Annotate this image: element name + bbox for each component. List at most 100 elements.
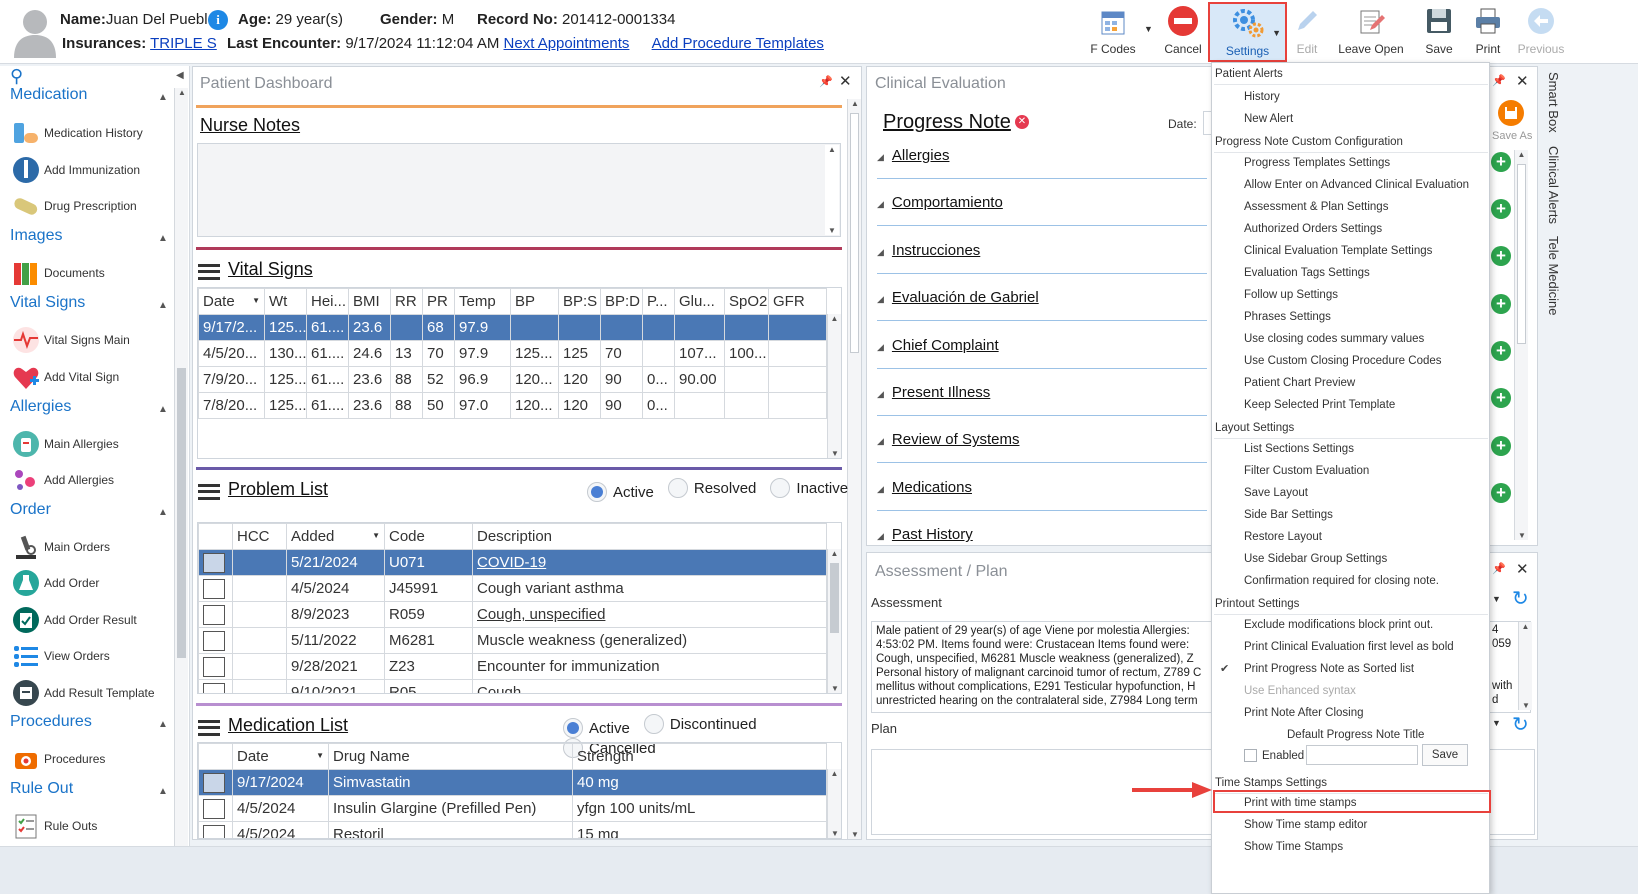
menu-item-allow-enter[interactable]: Allow Enter on Advanced Clinical Evaluat… [1244,174,1469,196]
column-header[interactable]: Description [472,523,827,550]
nav-group-order[interactable]: Order [10,501,51,519]
collapse-nav-arrow[interactable]: ◀ [176,70,184,81]
problem-description[interactable]: Cough variant asthma [472,575,827,602]
save-button[interactable]: Save [1418,4,1460,60]
cancel-button[interactable]: Cancel [1160,4,1206,60]
ce-section[interactable]: ◢ Review of Systems [877,431,1207,464]
menu-item-print-ce-bold[interactable]: Print Clinical Evaluation first level as… [1244,636,1454,658]
menu-item-use-closing-codes[interactable]: Use closing codes summary values [1244,328,1424,350]
menu-item-show-time-stamps[interactable]: Show Time Stamps [1244,836,1343,858]
menu-item-history[interactable]: History [1244,86,1280,108]
pin-icon[interactable]: 📌 [1492,74,1506,87]
column-header[interactable]: Temp [454,288,511,315]
pin-icon[interactable]: 📌 [1492,562,1506,575]
table-row[interactable]: 5/11/2022 M6281 Muscle weakness (generaliz… [198,627,827,654]
ce-section[interactable]: ◢ Past History [877,526,1207,545]
column-header[interactable]: BP:S [558,288,601,315]
fcodes-button[interactable]: F Codes [1088,4,1138,60]
tab-clinical-alerts[interactable]: Clinical Alerts [1546,146,1561,224]
nav-item-documents[interactable]: Documents [10,258,105,288]
column-header[interactable]: GFR [768,288,827,315]
ce-section[interactable]: ◢ Instrucciones [877,242,1207,274]
menu-item-assessment-plan-settings[interactable]: Assessment & Plan Settings [1244,196,1388,218]
add-section-button[interactable]: + [1491,388,1511,408]
nav-item-drug-prescription[interactable]: Drug Prescription [10,191,137,221]
menu-icon[interactable] [198,263,220,280]
ce-section[interactable]: ◢ Medications [877,479,1207,511]
expand-caret-icon[interactable]: ◢ [877,531,884,541]
column-header[interactable]: Date ▼ [232,743,329,770]
nav-item-add-result-template[interactable]: Add Result Template [10,678,155,708]
expand-caret-icon[interactable]: ◢ [877,199,884,209]
save-as-icon[interactable] [1498,100,1524,126]
add-section-button[interactable]: + [1491,199,1511,219]
table-row[interactable]: 7/9/20... 125... 61.... 23.6 88 52 96.9 120... 1… [198,366,827,393]
column-header[interactable]: Date ▼ [198,288,265,315]
vitals-scrollbar[interactable]: ▲ ▼ [827,314,841,458]
settings-button[interactable]: Settings ▼ [1208,2,1287,62]
table-row[interactable]: 9/17/2024 Simvastatin 40 mg [198,769,827,796]
chevron-up-icon[interactable]: ▲ [158,92,168,103]
expand-caret-icon[interactable]: ◢ [877,247,884,257]
nav-item-main-orders[interactable]: Main Orders [10,532,110,562]
menu-item-progress-templates-settings[interactable]: Progress Templates Settings [1244,152,1390,174]
sort-caret-icon[interactable]: ▼ [252,296,260,305]
menu-item-authorized-orders-settings[interactable]: Authorized Orders Settings [1244,218,1382,240]
nav-item-add-allergies[interactable]: Add Allergies [10,465,114,495]
nav-item-add-vital-sign[interactable]: Add Vital Sign [10,362,119,392]
table-row[interactable]: 4/5/2024 J45991 Cough variant asthma [198,575,827,602]
expand-caret-icon[interactable]: ◢ [877,389,884,399]
remove-note-icon[interactable]: ✕ [1015,115,1029,129]
row-checkbox[interactable] [203,772,225,793]
menu-item-evaluation-tags-settings[interactable]: Evaluation Tags Settings [1244,262,1370,284]
row-checkbox[interactable] [203,798,225,819]
assessment-dropdown-caret[interactable]: ▼ [1492,594,1501,604]
default-title-input[interactable] [1306,745,1418,765]
column-header[interactable]: BMI [348,288,391,315]
table-row[interactable]: 9/10/2021 R05 Cough [198,679,827,693]
row-checkbox[interactable] [203,578,225,599]
menu-item-keep-selected-print[interactable]: Keep Selected Print Template [1244,394,1395,416]
table-row[interactable]: 7/8/20... 125... 61.... 23.6 88 50 97.0 120... 1… [198,392,827,419]
close-icon[interactable]: ✕ [839,72,852,90]
menu-item-follow-up-settings[interactable]: Follow up Settings [1244,284,1338,306]
refresh-icon[interactable]: ↻ [1512,586,1529,611]
close-icon[interactable]: ✕ [1516,72,1529,90]
chevron-up-icon[interactable]: ▲ [158,233,168,244]
sort-caret-icon[interactable]: ▼ [316,751,324,760]
next-appointments-link[interactable]: Next Appointments [504,35,630,52]
menu-item-print-note-after-closing[interactable]: Print Note After Closing [1244,702,1364,724]
add-section-button[interactable]: + [1491,341,1511,361]
settings-dropdown-caret[interactable]: ▼ [1272,28,1281,38]
menu-item-save-layout[interactable]: Save Layout [1244,482,1308,504]
add-section-button[interactable]: + [1491,294,1511,314]
menu-item-use-custom-closing[interactable]: Use Custom Closing Procedure Codes [1244,350,1442,372]
row-checkbox[interactable] [203,604,225,625]
row-checkbox[interactable] [203,552,225,573]
leave-open-button[interactable]: Leave Open [1338,4,1404,60]
add-section-button[interactable]: + [1491,483,1511,503]
ce-scrollbar[interactable]: ▲ ▼ [1514,150,1528,540]
edit-button[interactable]: Edit [1288,4,1326,60]
expand-caret-icon[interactable]: ◢ [877,342,884,352]
medication-scrollbar[interactable]: ▲ ▼ [827,769,841,838]
menu-item-print-sorted[interactable]: Print Progress Note as Sorted list [1244,658,1414,680]
menu-item-use-sidebar-group[interactable]: Use Sidebar Group Settings [1244,548,1387,570]
column-header[interactable]: Glu... [674,288,725,315]
menu-item-side-bar-settings[interactable]: Side Bar Settings [1244,504,1333,526]
expand-caret-icon[interactable]: ◢ [877,484,884,494]
nav-item-main-allergies[interactable]: Main Allergies [10,429,119,459]
menu-item-restore-layout[interactable]: Restore Layout [1244,526,1322,548]
refresh-icon[interactable]: ↻ [1512,712,1529,737]
nav-item-procedures[interactable]: Procedures [10,744,105,774]
nav-item-add-order[interactable]: Add Order [10,568,99,598]
tab-tele-medicine[interactable]: Tele Medicine [1546,236,1561,316]
menu-icon[interactable] [198,719,220,736]
nav-group-rule-out[interactable]: Rule Out [10,780,73,798]
add-section-button[interactable]: + [1491,436,1511,456]
expand-caret-icon[interactable]: ◢ [877,152,884,162]
chevron-up-icon[interactable]: ▲ [158,300,168,311]
plan-dropdown-caret[interactable]: ▼ [1492,718,1501,728]
menu-item-new-alert[interactable]: New Alert [1244,108,1293,130]
nurse-notes-textarea[interactable]: ▲ ▼ [197,143,841,237]
